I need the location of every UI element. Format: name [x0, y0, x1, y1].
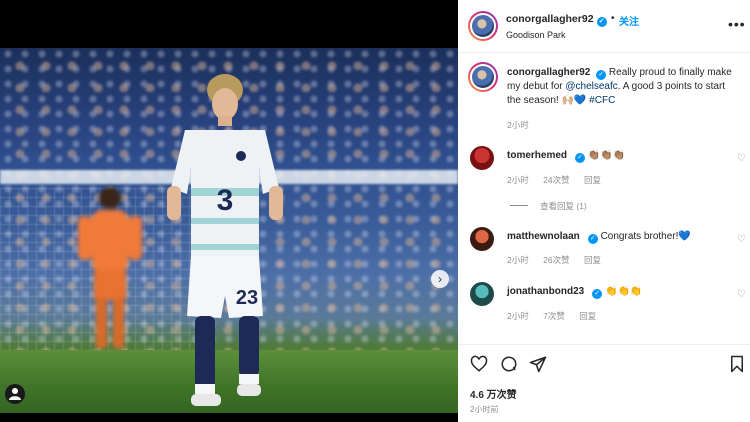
- like-comment-heart-icon[interactable]: ♡: [737, 153, 746, 164]
- author-username[interactable]: conorgallagher92 ✓: [506, 13, 607, 27]
- view-replies-label[interactable]: 查看回复 (1): [540, 201, 587, 211]
- reply-line-divider: [510, 205, 528, 206]
- comment-time[interactable]: 2小时: [507, 175, 529, 185]
- caption-time[interactable]: 2小时: [507, 120, 529, 130]
- comment-item: jonathanbond23 ✓ 👏👏👏: [507, 286, 642, 299]
- post-timestamp[interactable]: 2小时前: [470, 404, 498, 415]
- header-separator: •: [611, 13, 615, 24]
- comment-text: 👏🏽👏🏽👏🏽: [587, 150, 626, 161]
- hashtag-link[interactable]: #CFC: [589, 95, 615, 106]
- commenter-avatar[interactable]: [470, 282, 494, 306]
- next-photo-button[interactable]: ›: [431, 270, 449, 288]
- post-location[interactable]: Goodison Park: [506, 30, 566, 40]
- comment-bubble-icon[interactable]: [500, 355, 518, 373]
- verified-badge-icon: ✓: [596, 70, 607, 80]
- comment-meta: 2小时 24次赞 回复: [507, 174, 613, 186]
- caption-text: conorgallagher92 ✓ Really proud to final…: [507, 66, 732, 108]
- like-comment-heart-icon[interactable]: ♡: [737, 234, 746, 245]
- post-side-panel: conorgallagher92 ✓ • 关注 Goodison Park •••…: [458, 0, 750, 422]
- comment-item: matthewnolaan ✓ Congrats brother!💙: [507, 231, 691, 244]
- comment-username[interactable]: tomerhemed: [507, 150, 567, 161]
- player-figure: 3 23: [167, 74, 283, 406]
- reply-button[interactable]: 回复: [584, 255, 601, 265]
- reply-button[interactable]: 回复: [584, 175, 601, 185]
- caption-author[interactable]: conorgallagher92: [507, 67, 590, 78]
- comment-time[interactable]: 2小时: [507, 255, 529, 265]
- comment-username[interactable]: matthewnolaan: [507, 231, 580, 242]
- post-photo[interactable]: 3 23 ›: [0, 48, 458, 413]
- goalkeeper-figure: [78, 187, 142, 348]
- commenter-avatar[interactable]: [470, 227, 494, 251]
- bookmark-icon[interactable]: [729, 355, 745, 373]
- comment-meta: 2小时 7次赞 回复: [507, 310, 608, 322]
- comment-text: 👏👏👏: [605, 286, 643, 297]
- more-options-icon[interactable]: •••: [728, 16, 746, 32]
- post-actions-bar: 4.6 万次赞 2小时前: [458, 344, 750, 422]
- follow-button[interactable]: 关注: [619, 13, 639, 28]
- comment-text: Congrats brother!💙: [600, 231, 691, 242]
- tagged-users-button[interactable]: [5, 384, 25, 404]
- author-avatar[interactable]: [468, 11, 498, 41]
- comment-likes[interactable]: 26次赞: [543, 255, 569, 265]
- comment-username[interactable]: jonathanbond23: [507, 286, 584, 297]
- like-heart-icon[interactable]: [470, 355, 488, 373]
- comment-likes[interactable]: 24次赞: [543, 175, 569, 185]
- view-replies-button[interactable]: 查看回复 (1): [510, 200, 587, 212]
- commenter-avatar[interactable]: [470, 146, 494, 170]
- post-header: conorgallagher92 ✓ • 关注 Goodison Park •••: [458, 0, 750, 53]
- verified-badge-icon: ✓: [587, 234, 598, 244]
- author-username-text[interactable]: conorgallagher92: [506, 13, 594, 25]
- reply-button[interactable]: 回复: [579, 311, 596, 321]
- person-icon: [9, 388, 21, 400]
- comment-time[interactable]: 2小时: [507, 311, 529, 321]
- verified-badge-icon: ✓: [575, 153, 586, 163]
- verified-badge-icon: ✓: [592, 289, 603, 299]
- likes-count[interactable]: 4.6 万次赞: [470, 386, 517, 401]
- comment-meta: 2小时 26次赞 回复: [507, 254, 613, 266]
- instagram-post-viewer: 3 23 › conorgallagher92 ✓ • 关注 Goodison …: [0, 0, 750, 422]
- comment-item: tomerhemed ✓ 👏🏽👏🏽👏🏽: [507, 150, 625, 163]
- like-comment-heart-icon[interactable]: ♡: [737, 289, 746, 300]
- comments-list[interactable]: conorgallagher92 ✓ Really proud to final…: [458, 54, 750, 344]
- share-send-icon[interactable]: [529, 355, 547, 373]
- shorts-number: 23: [236, 287, 258, 309]
- caption-meta: 2小时: [507, 119, 541, 131]
- caption-avatar[interactable]: [468, 62, 498, 92]
- verified-badge-icon: ✓: [596, 17, 607, 27]
- mention-link[interactable]: @chelseafc: [565, 81, 617, 92]
- comment-likes[interactable]: 7次赞: [543, 311, 565, 321]
- shirt-sponsor: 3: [217, 184, 234, 217]
